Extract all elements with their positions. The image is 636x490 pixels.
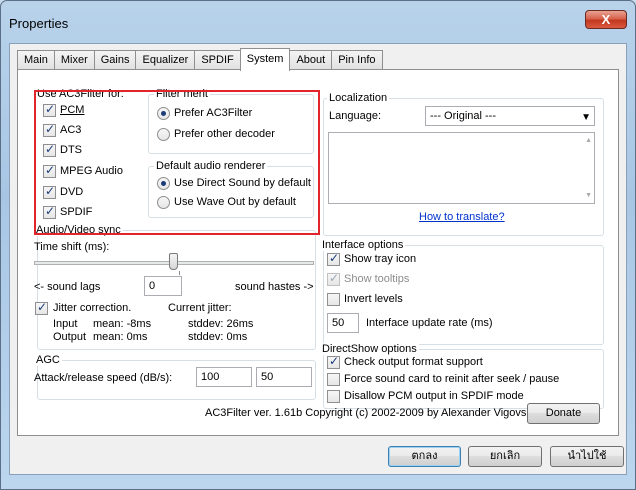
language-label: Language: <box>329 110 381 122</box>
show-tooltips-label: Show tooltips <box>344 273 410 285</box>
invert-levels-checkbox[interactable] <box>327 293 340 306</box>
current-jitter-label: Current jitter: <box>168 302 232 314</box>
invert-levels-label: Invert levels <box>344 293 403 305</box>
close-button[interactable]: X <box>585 10 627 29</box>
disallow-pcm-spdif-checkbox[interactable] <box>327 390 340 403</box>
how-to-translate-link[interactable]: How to translate? <box>419 211 505 223</box>
close-icon: X <box>601 12 611 27</box>
scroll-up-icon[interactable]: ▲ <box>585 137 592 144</box>
dialog-client: Main Mixer Gains Equalizer SPDIF System … <box>9 43 627 475</box>
agc-label: AGC <box>34 354 62 366</box>
jitter-output-stddev: stddev: 0ms <box>188 331 248 343</box>
show-tooltips-checkbox[interactable] <box>327 271 340 286</box>
donate-button[interactable]: Donate <box>527 403 600 424</box>
tab-equalizer[interactable]: Equalizer <box>135 50 196 70</box>
cancel-button[interactable]: ยกเลิก <box>468 446 542 467</box>
language-select[interactable]: --- Original --- ▼ <box>425 106 595 126</box>
disallow-pcm-spdif-label: Disallow PCM output in SPDIF mode <box>344 390 524 402</box>
title-bar: Properties X <box>1 1 635 43</box>
update-rate-label: Interface update rate (ms) <box>366 317 493 329</box>
time-shift-label: Time shift (ms): <box>34 241 110 253</box>
directshow-options-group: DirectShow options Check output format s… <box>320 343 604 409</box>
chevron-down-icon: ▼ <box>581 112 591 123</box>
system-tab-panel: Use AC3Filter for: PCM AC3 DTS MPEG Audi… <box>17 69 619 436</box>
apply-button[interactable]: นำไปใช้ <box>550 446 624 467</box>
interface-options-group: Interface options Show tray icon Show to… <box>320 239 604 345</box>
show-tray-icon-label: Show tray icon <box>344 253 417 265</box>
copyright-text: AC3Filter ver. 1.61b Copyright (c) 2002-… <box>205 407 538 419</box>
jitter-output-mean: mean: 0ms <box>93 331 148 343</box>
force-reinit-label: Force sound card to reinit after seek / … <box>344 373 560 385</box>
show-tray-icon-checkbox[interactable] <box>327 251 340 266</box>
window-title: Properties <box>9 16 69 31</box>
tab-pin-info[interactable]: Pin Info <box>331 50 383 70</box>
jitter-input-label: Input <box>53 318 78 330</box>
slider-tick <box>179 271 180 275</box>
sound-hastes-label: sound hastes -> <box>235 281 314 293</box>
properties-window: Properties X Main Mixer Gains Equalizer … <box>0 0 636 490</box>
tab-about[interactable]: About <box>289 50 333 70</box>
tab-strip: Main Mixer Gains Equalizer SPDIF System … <box>17 48 383 71</box>
highlight-box <box>34 90 320 235</box>
sound-lags-label: <- sound lags <box>34 281 101 293</box>
language-value: --- Original --- <box>430 110 496 122</box>
tab-spdif[interactable]: SPDIF <box>194 50 241 70</box>
translation-info-box[interactable]: ▲ ▼ <box>328 132 595 204</box>
jitter-output-label: Output <box>53 331 87 343</box>
scroll-down-icon[interactable]: ▼ <box>585 192 592 199</box>
tab-main[interactable]: Main <box>17 50 55 70</box>
attack-speed-input[interactable]: 100 <box>196 367 252 387</box>
check-output-format-checkbox[interactable] <box>327 354 340 369</box>
ok-button[interactable]: ตกลง <box>388 446 461 467</box>
localization-group: Localization Language: --- Original --- … <box>323 92 604 236</box>
check-output-format-label: Check output format support <box>344 356 483 368</box>
force-reinit-checkbox[interactable] <box>327 373 340 386</box>
av-sync-group: Audio/Video sync Time shift (ms): <- sou… <box>34 224 316 350</box>
update-rate-input[interactable]: 50 <box>327 313 359 333</box>
jitter-input-stddev: stddev: 26ms <box>188 318 254 330</box>
release-speed-input[interactable]: 50 <box>256 367 312 387</box>
jitter-correction-checkbox[interactable] <box>35 300 48 315</box>
time-shift-input[interactable]: 0 <box>144 276 182 296</box>
tab-mixer[interactable]: Mixer <box>53 50 95 70</box>
interface-options-label: Interface options <box>320 239 406 251</box>
time-shift-slider-thumb[interactable] <box>169 253 178 270</box>
jitter-input-mean: mean: -8ms <box>93 318 152 330</box>
tab-system[interactable]: System <box>239 48 291 71</box>
attack-release-label: Attack/release speed (dB/s): <box>34 372 173 384</box>
tab-gains[interactable]: Gains <box>93 50 137 70</box>
agc-group: AGC Attack/release speed (dB/s): 100 50 <box>34 354 316 400</box>
jitter-correction-label: Jitter correction. <box>53 302 132 314</box>
localization-label: Localization <box>327 92 390 104</box>
